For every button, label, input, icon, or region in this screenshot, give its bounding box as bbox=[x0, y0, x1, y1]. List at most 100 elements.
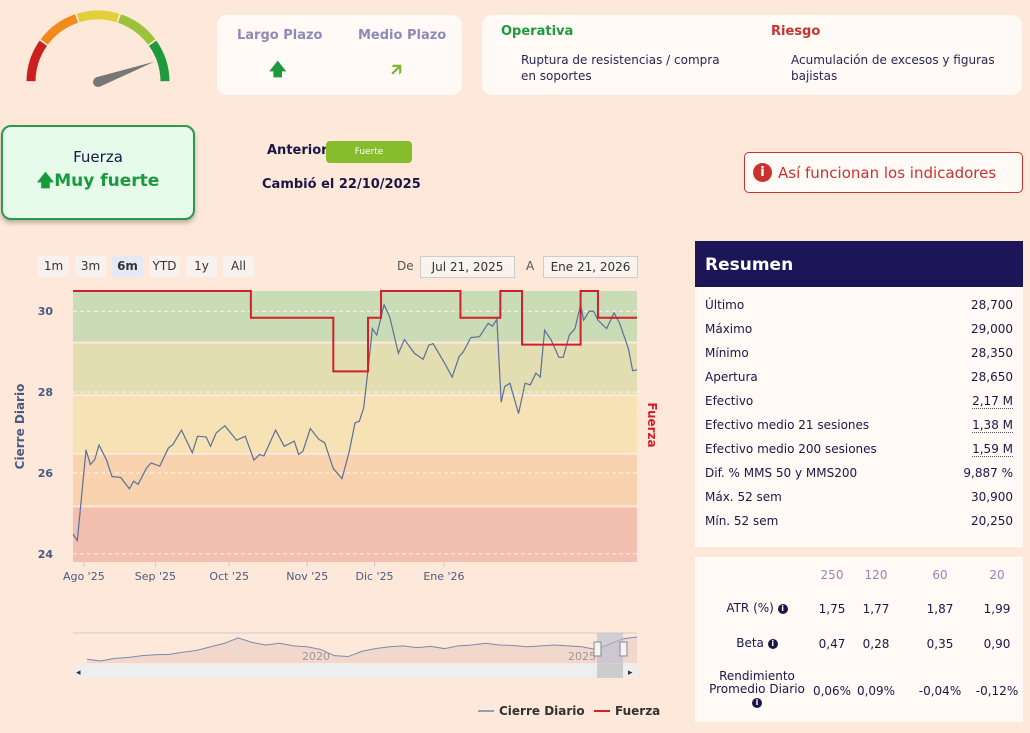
resumen-row: Mínimo 28,350 bbox=[705, 346, 1013, 360]
x-tick-label: Oct '25 bbox=[209, 570, 249, 583]
gauge-segment bbox=[117, 14, 156, 45]
resumen-value: 28,650 bbox=[971, 370, 1013, 384]
medium-term-label: Medio Plazo bbox=[358, 28, 447, 43]
stat-value: 0,06% bbox=[812, 684, 852, 698]
x-tick-label: Sep '25 bbox=[135, 570, 176, 583]
navigator-label: 2020 bbox=[302, 650, 330, 663]
x-tick-label: Dic '25 bbox=[355, 570, 393, 583]
info-icon: i bbox=[753, 163, 772, 182]
y-tick-label: 24 bbox=[38, 548, 54, 561]
stat-label: Rendimiento Promedio Diario bbox=[709, 669, 805, 696]
arrow-up-right-icon: 🡭 bbox=[391, 60, 402, 80]
riesgo-text: Acumulación de excesos y figuras bajista… bbox=[791, 53, 995, 83]
plot-band bbox=[73, 454, 637, 506]
info-icon[interactable]: i bbox=[777, 603, 788, 614]
scrollbar-track[interactable] bbox=[73, 664, 637, 678]
resumen-value: 28,350 bbox=[971, 346, 1013, 360]
indicators-info-button[interactable]: i Así funcionan los indicadores bbox=[744, 152, 1023, 193]
operativa-title: Operativa bbox=[501, 24, 574, 39]
stat-label: ATR (%) bbox=[726, 601, 774, 615]
stat-value: 1,77 bbox=[862, 602, 890, 616]
period-header: 120 bbox=[864, 568, 888, 582]
resumen-label: Mínimo bbox=[705, 346, 749, 360]
scrollbar-thumb[interactable] bbox=[597, 664, 623, 678]
period-header: 20 bbox=[989, 568, 1005, 582]
price-chart: 24 26 28 30 Ago '25 Sep '25 Oct '25 Nov '25 Dic … bbox=[13, 290, 659, 678]
stat-row-label: Rendimiento Promedio Diario i bbox=[703, 670, 811, 709]
fuerza-status-card: Fuerza 🡅Muy fuerte bbox=[1, 125, 195, 220]
resumen-row: Apertura 28,650 bbox=[705, 370, 1013, 384]
riesgo-title: Riesgo bbox=[771, 24, 821, 39]
scroll-left-button[interactable]: ◂ bbox=[76, 668, 81, 678]
stat-value: 1,99 bbox=[983, 602, 1011, 616]
arrow-up-icon: 🡅 bbox=[269, 60, 287, 80]
stat-value: -0,04% bbox=[918, 684, 962, 698]
legend-item-fuerza[interactable]: Fuerza bbox=[594, 704, 660, 718]
resumen-label: Mín. 52 sem bbox=[705, 514, 779, 528]
resumen-value: 30,900 bbox=[971, 490, 1013, 504]
navigator-handle[interactable] bbox=[593, 641, 602, 657]
resumen-panel: Resumen Último 28,700 Máximo 29,000 Mínimo 28… bbox=[695, 241, 1023, 547]
y-tick-label: 28 bbox=[38, 386, 53, 399]
stat-row-label: ATR (%) i bbox=[703, 602, 811, 615]
period-header: 60 bbox=[932, 568, 948, 582]
anterior-label: Anterior bbox=[267, 143, 328, 158]
resumen-label: Máx. 52 sem bbox=[705, 490, 782, 504]
navigator-handle[interactable] bbox=[619, 641, 628, 657]
gauge-segment bbox=[40, 14, 79, 45]
y-tick-label: 26 bbox=[38, 467, 54, 480]
resumen-title: Resumen bbox=[695, 241, 1023, 287]
info-icon[interactable]: i bbox=[767, 638, 778, 649]
navigator-label: 2025 bbox=[568, 650, 596, 663]
stat-row-label: Beta i bbox=[703, 637, 811, 650]
legend-label: Cierre Diario bbox=[499, 704, 585, 718]
resumen-label: Efectivo bbox=[705, 394, 754, 408]
gauge-segment bbox=[76, 10, 120, 23]
resumen-label: Máximo bbox=[705, 322, 753, 336]
x-tick-label: Nov '25 bbox=[286, 570, 328, 583]
y2-axis-title: Fuerza bbox=[645, 402, 659, 447]
resumen-value: 29,000 bbox=[971, 322, 1013, 336]
resumen-label: Efectivo medio 21 sesiones bbox=[705, 418, 870, 432]
stat-value: 1,87 bbox=[926, 602, 954, 616]
resumen-label: Dif. % MMS 50 y MMS200 bbox=[705, 466, 858, 480]
x-tick-label: Ene '26 bbox=[423, 570, 464, 583]
stat-label: Beta bbox=[736, 636, 764, 650]
resumen-row: Máx. 52 sem 30,900 bbox=[705, 490, 1013, 504]
x-tick-label: Ago '25 bbox=[63, 570, 105, 583]
resumen-row: Dif. % MMS 50 y MMS200 9,887 % bbox=[705, 466, 1013, 480]
resumen-row: Mín. 52 sem 20,250 bbox=[705, 514, 1013, 528]
y-axis-title: Cierre Diario bbox=[13, 384, 27, 470]
navigator-area bbox=[87, 637, 637, 663]
plot-band bbox=[73, 291, 637, 342]
resumen-value: 2,17 M bbox=[972, 394, 1013, 409]
resumen-value: 20,250 bbox=[971, 514, 1013, 528]
operativa-text: Ruptura de resistencias / compra en sopo… bbox=[521, 53, 720, 83]
fuerza-title: Fuerza bbox=[73, 148, 123, 166]
gauge-needle bbox=[96, 61, 155, 87]
trend-card: Largo Plazo 🡅 Medio Plazo 🡭 bbox=[217, 15, 462, 95]
stat-value: 0,47 bbox=[818, 637, 846, 651]
resumen-value: 9,887 % bbox=[963, 466, 1013, 480]
resumen-label: Efectivo medio 200 sesiones bbox=[705, 442, 877, 456]
resumen-row: Máximo 29,000 bbox=[705, 322, 1013, 336]
stat-value: 1,75 bbox=[818, 602, 846, 616]
legend-label: Fuerza bbox=[615, 704, 661, 718]
stats-table: 250 120 60 20 ATR (%) i 1,75 1,77 1,87 1,99 Beta … bbox=[695, 557, 1023, 722]
gauge-segment bbox=[26, 40, 48, 82]
long-term-label: Largo Plazo bbox=[237, 28, 323, 43]
gauge-segment bbox=[148, 40, 170, 82]
fuerza-value: Muy fuerte bbox=[54, 171, 160, 191]
indicators-info-label: Así funcionan los indicadores bbox=[778, 163, 997, 182]
change-date: Cambió el 22/10/2025 bbox=[262, 177, 421, 192]
stat-value: 0,28 bbox=[862, 637, 890, 651]
legend-item-cierre[interactable]: Cierre Diario bbox=[478, 704, 585, 718]
strength-gauge bbox=[26, 10, 170, 87]
resumen-row: Efectivo 2,17 M bbox=[705, 394, 1013, 409]
resumen-value: 1,38 M bbox=[972, 418, 1013, 433]
scroll-right-button[interactable]: ▸ bbox=[628, 668, 633, 678]
info-icon[interactable]: i bbox=[752, 697, 762, 708]
legend-line-icon bbox=[594, 710, 610, 712]
resumen-value: 1,59 M bbox=[972, 442, 1013, 457]
stat-value: 0,35 bbox=[926, 637, 954, 651]
